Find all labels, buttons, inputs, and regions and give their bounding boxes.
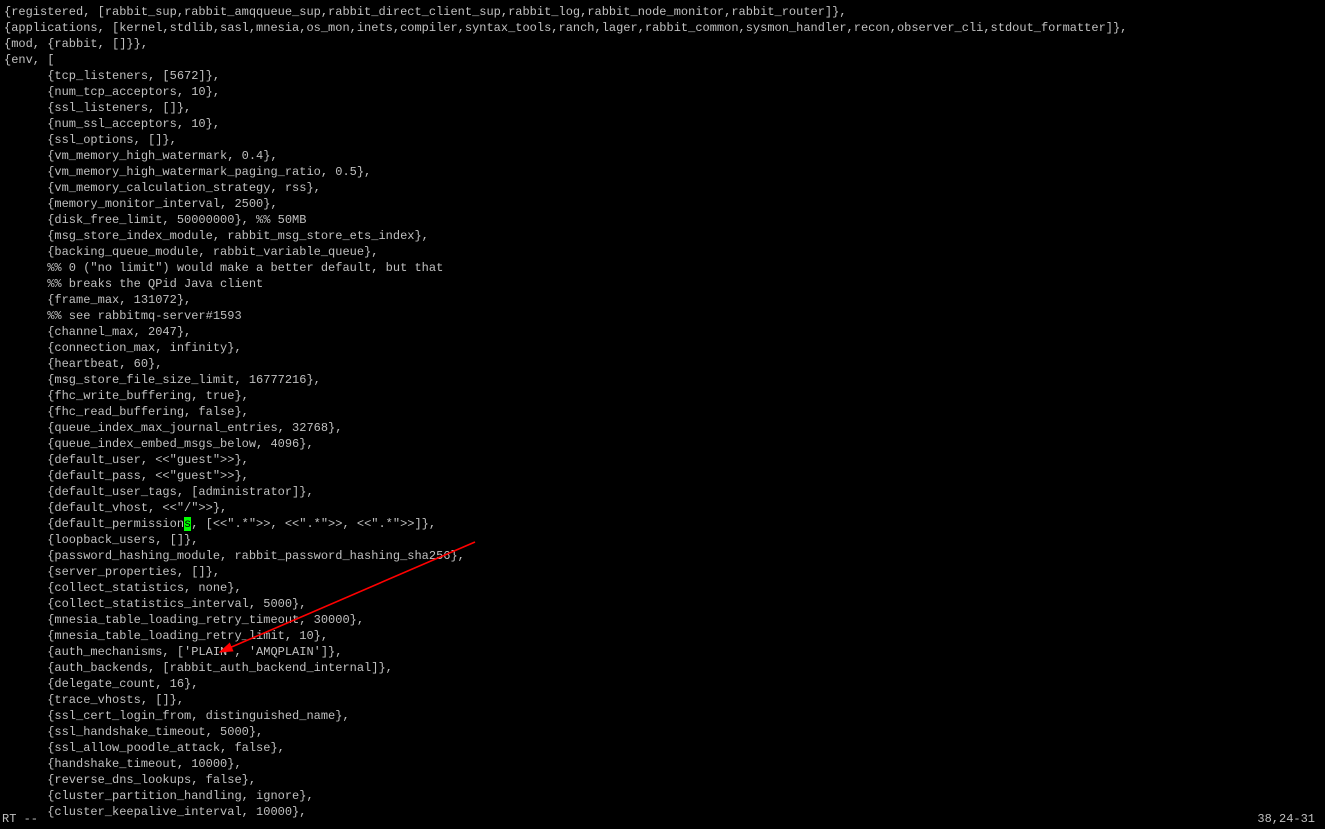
code-line: {connection_max, infinity}, [4, 340, 1321, 356]
code-line: {default_pass, <<"guest">>}, [4, 468, 1321, 484]
code-line: {num_tcp_acceptors, 10}, [4, 84, 1321, 100]
code-line: {trace_vhosts, []}, [4, 692, 1321, 708]
code-line: {mnesia_table_loading_retry_timeout, 300… [4, 612, 1321, 628]
code-line: {default_user, <<"guest">>}, [4, 452, 1321, 468]
status-mode: RT -- [2, 811, 38, 827]
code-line: {vm_memory_calculation_strategy, rss}, [4, 180, 1321, 196]
code-line: {ssl_options, []}, [4, 132, 1321, 148]
code-line: {msg_store_file_size_limit, 16777216}, [4, 372, 1321, 388]
code-line: {default_permissions, [<<".*">>, <<".*">… [4, 516, 1321, 532]
code-line: {default_user_tags, [administrator]}, [4, 484, 1321, 500]
code-line: %% breaks the QPid Java client [4, 276, 1321, 292]
code-line: {ssl_handshake_timeout, 5000}, [4, 724, 1321, 740]
code-line: {collect_statistics, none}, [4, 580, 1321, 596]
code-line: {vm_memory_high_watermark, 0.4}, [4, 148, 1321, 164]
code-line: {mnesia_table_loading_retry_limit, 10}, [4, 628, 1321, 644]
code-line: {heartbeat, 60}, [4, 356, 1321, 372]
code-line: {server_properties, []}, [4, 564, 1321, 580]
code-line: {tcp_listeners, [5672]}, [4, 68, 1321, 84]
code-line: {ssl_cert_login_from, distinguished_name… [4, 708, 1321, 724]
code-line: %% see rabbitmq-server#1593 [4, 308, 1321, 324]
code-line: {disk_free_limit, 50000000}, %% 50MB [4, 212, 1321, 228]
cursor: s [184, 517, 191, 531]
code-line: {vm_memory_high_watermark_paging_ratio, … [4, 164, 1321, 180]
code-line: {cluster_partition_handling, ignore}, [4, 788, 1321, 804]
code-line: {loopback_users, []}, [4, 532, 1321, 548]
code-line: {queue_index_max_journal_entries, 32768}… [4, 420, 1321, 436]
code-line: {channel_max, 2047}, [4, 324, 1321, 340]
code-line: %% 0 ("no limit") would make a better de… [4, 260, 1321, 276]
code-line: {fhc_write_buffering, true}, [4, 388, 1321, 404]
code-line: {auth_mechanisms, ['PLAIN', 'AMQPLAIN']}… [4, 644, 1321, 660]
code-line: {delegate_count, 16}, [4, 676, 1321, 692]
code-line: {frame_max, 131072}, [4, 292, 1321, 308]
code-line: {registered, [rabbit_sup,rabbit_amqqueue… [4, 4, 1321, 20]
code-line: {memory_monitor_interval, 2500}, [4, 196, 1321, 212]
code-line: {queue_index_embed_msgs_below, 4096}, [4, 436, 1321, 452]
code-line: {backing_queue_module, rabbit_variable_q… [4, 244, 1321, 260]
code-line: {collect_statistics_interval, 5000}, [4, 596, 1321, 612]
code-line: {ssl_listeners, []}, [4, 100, 1321, 116]
editor-buffer[interactable]: {registered, [rabbit_sup,rabbit_amqqueue… [4, 4, 1321, 820]
status-position: 38,24-31 [1257, 811, 1315, 827]
code-line: {default_vhost, <<"/">>}, [4, 500, 1321, 516]
code-line: {num_ssl_acceptors, 10}, [4, 116, 1321, 132]
code-line: {applications, [kernel,stdlib,sasl,mnesi… [4, 20, 1321, 36]
code-line: {msg_store_index_module, rabbit_msg_stor… [4, 228, 1321, 244]
code-line: {cluster_keepalive_interval, 10000}, [4, 804, 1321, 820]
code-line: {handshake_timeout, 10000}, [4, 756, 1321, 772]
code-line: {mod, {rabbit, []}}, [4, 36, 1321, 52]
code-line: {ssl_allow_poodle_attack, false}, [4, 740, 1321, 756]
code-line: {env, [ [4, 52, 1321, 68]
code-line: {auth_backends, [rabbit_auth_backend_int… [4, 660, 1321, 676]
code-line: {password_hashing_module, rabbit_passwor… [4, 548, 1321, 564]
code-line: {fhc_read_buffering, false}, [4, 404, 1321, 420]
code-line: {reverse_dns_lookups, false}, [4, 772, 1321, 788]
